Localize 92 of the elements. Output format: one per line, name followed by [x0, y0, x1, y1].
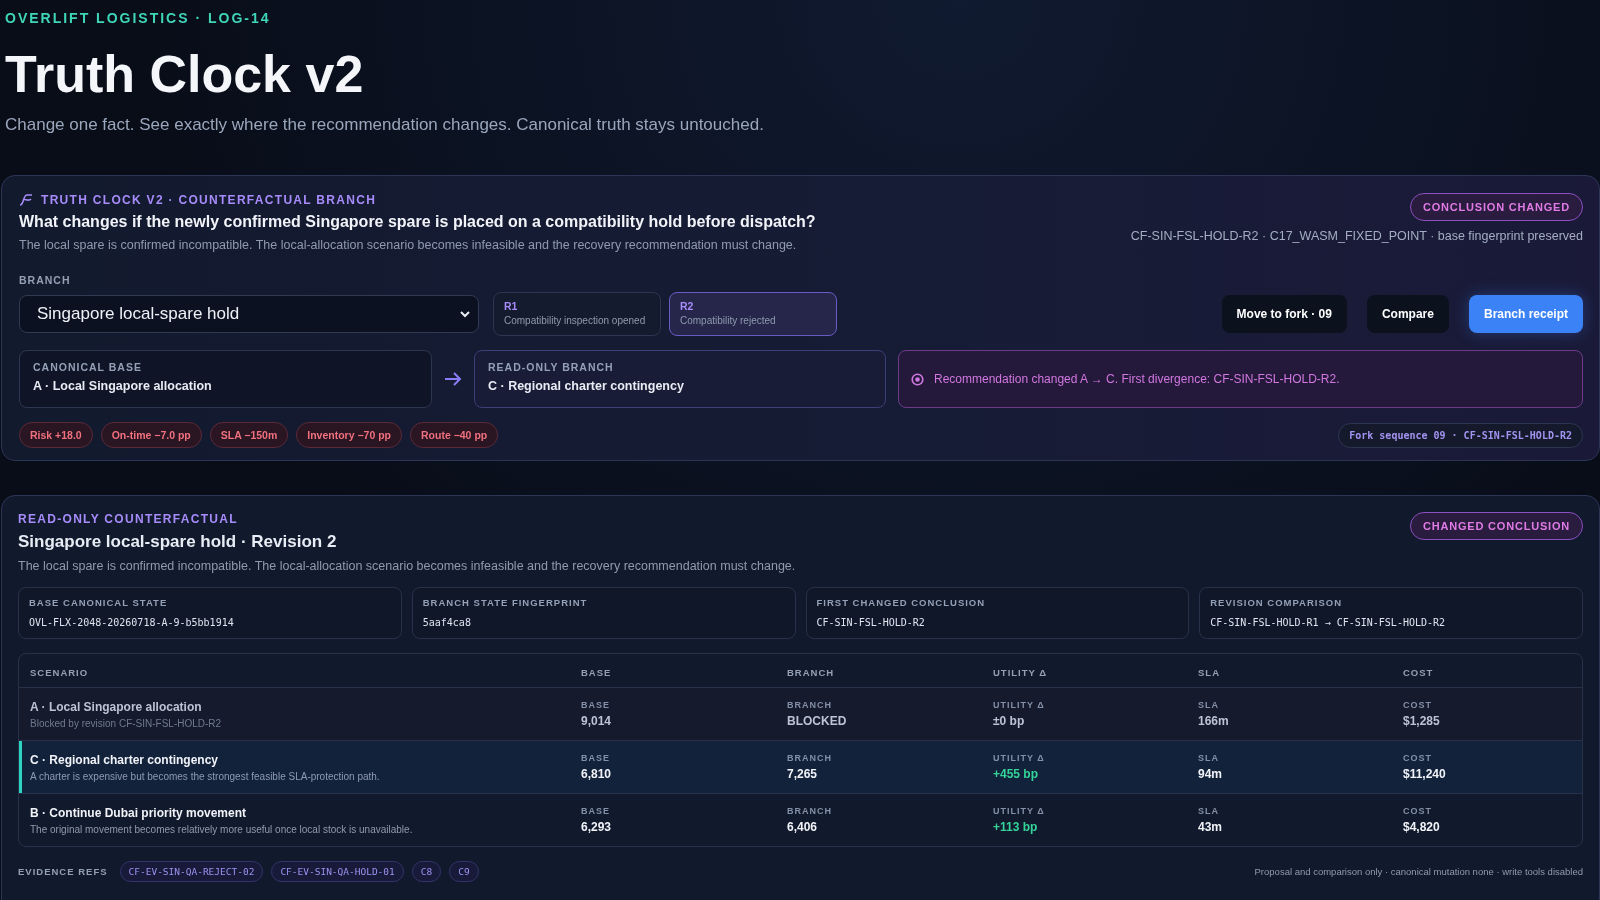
- cell-label: COST: [1403, 753, 1433, 764]
- evidence-tag[interactable]: C9: [449, 861, 479, 883]
- revision-tab[interactable]: R2 Compatibility rejected: [669, 292, 837, 337]
- delta-chip: Route −40 pp: [410, 422, 499, 449]
- cell-label: BRANCH: [787, 700, 833, 711]
- cell-label: SLA: [1198, 700, 1220, 711]
- evidence-tag[interactable]: CF-EV-SIN-QA-REJECT-02: [119, 861, 264, 883]
- scenario-note: Blocked by revision CF-SIN-FSL-HOLD-R2: [30, 717, 223, 729]
- column-header: SCENARIO: [30, 666, 89, 678]
- target-icon: [911, 372, 924, 386]
- fact-value: OVL-FLX-2048-20260718-A-9-b5bb1914: [29, 617, 235, 629]
- fact-value: 5aaf4ca8: [422, 617, 472, 629]
- panel-value: A · Local Singapore allocation: [33, 379, 213, 394]
- cell-value: 7,265: [787, 767, 819, 782]
- scenario-title: B · Continue Dubai priority movement: [30, 805, 247, 820]
- cell-label: BASE: [581, 806, 611, 817]
- cell-value: 6,406: [787, 820, 819, 835]
- scenario-row[interactable]: A · Local Singapore allocation Blocked by revision CF-SIN-FSL-HOLD-R2 BASE 9,014 BRANCH BLOCKED UTILITY Δ ±0 bp SLA 166m COST $1,285: [19, 687, 1582, 741]
- status-badge: CHANGED CONCLUSION: [1410, 512, 1583, 541]
- cell-label: COST: [1403, 700, 1433, 711]
- brand-eyebrow: OVERLIFT LOGISTICS · LOG-14: [5, 10, 272, 26]
- column-header: BASE: [581, 666, 612, 678]
- branch-select[interactable]: Singapore local-spare hold: [19, 295, 479, 334]
- fact-value: CF-SIN-FSL-HOLD-R1 → CF-SIN-FSL-HOLD-R2: [1210, 617, 1447, 629]
- card-eyebrow: TRUTH CLOCK V2 · COUNTERFACTUAL BRANCH: [41, 193, 377, 208]
- cell-value: ±0 bp: [993, 714, 1026, 729]
- scenario-row[interactable]: C · Regional charter contingency A charter is expensive but becomes the strongest feasible SLA-protection path. BASE 6,810 BRANCH 7,265 UTILITY Δ +455 bp SLA 94m COST $11,240: [19, 740, 1582, 794]
- branch-question: What changes if the newly confirmed Singapore spare is placed on a compatibility hold before dispatch?: [19, 213, 816, 232]
- action-button[interactable]: Compare: [1366, 295, 1449, 334]
- cell-value: 43m: [1198, 820, 1224, 835]
- cell-label: UTILITY Δ: [993, 753, 1046, 764]
- cell-label: BASE: [581, 700, 611, 711]
- panel-value: C · Regional charter contingency: [488, 379, 685, 394]
- fork-sequence-tag: Fork sequence 09 · CF-SIN-FSL-HOLD-R2: [1338, 422, 1583, 448]
- cell-label: UTILITY Δ: [993, 700, 1046, 711]
- revision-tab[interactable]: R1 Compatibility inspection opened: [493, 292, 661, 337]
- scenario-row[interactable]: B · Continue Dubai priority movement The original movement becomes relatively more useful once local stock is unavailable. BASE 6,293 BRANCH 6,406 UTILITY Δ +113 bp SLA 43m COST $4,820: [19, 793, 1582, 847]
- cell-label: BRANCH: [787, 753, 833, 764]
- branch-description: The local spare is confirmed incompatible. The local-allocation scenario becomes infeasible and the recovery recommendation must change.: [19, 238, 798, 253]
- delta-chip: Risk +18.0: [19, 422, 93, 449]
- delta-chip: Inventory −70 pp: [296, 422, 402, 449]
- scenario-title: C · Regional charter contingency: [30, 752, 220, 767]
- cell-value: $1,285: [1403, 714, 1441, 729]
- cell-value: BLOCKED: [787, 714, 848, 729]
- cell-value: 94m: [1198, 767, 1224, 782]
- branch-label: BRANCH: [19, 274, 72, 287]
- footnote: Proposal and comparison only · canonical mutation none · write tools disabled: [1254, 866, 1583, 878]
- cell-value: 9,014: [581, 714, 613, 729]
- result-title: Singapore local-spare hold · Revision 2: [18, 532, 338, 553]
- cell-label: BRANCH: [787, 806, 833, 817]
- fact-label: REVISION COMPARISON: [1210, 597, 1344, 609]
- action-button[interactable]: Move to fork · 09: [1221, 295, 1347, 334]
- cell-value: 6,293: [581, 820, 613, 835]
- scenario-title: A · Local Singapore allocation: [30, 699, 203, 714]
- cell-label: UTILITY Δ: [993, 806, 1046, 817]
- receipt-button[interactable]: Branch receipt: [1468, 295, 1583, 334]
- column-header: UTILITY Δ: [993, 666, 1048, 678]
- evidence-label: EVIDENCE REFS: [18, 866, 108, 878]
- evidence-tag[interactable]: C8: [411, 861, 442, 883]
- branch-meta: CF-SIN-FSL-HOLD-R2 · C17_WASM_FIXED_POINT · base fingerprint preserved: [1130, 229, 1583, 244]
- page-title: Truth Clock v2: [5, 46, 365, 104]
- chevron-icon: [460, 310, 470, 318]
- panel-label: CANONICAL BASE: [33, 361, 143, 374]
- cell-label: SLA: [1198, 753, 1220, 764]
- arrow-icon: [444, 372, 462, 387]
- cell-label: SLA: [1198, 806, 1220, 817]
- cell-value: +455 bp: [993, 767, 1040, 782]
- fact-label: BRANCH STATE FINGERPRINT: [422, 597, 589, 609]
- cell-value: 166m: [1198, 714, 1230, 729]
- delta-chip: SLA −150m: [209, 422, 289, 449]
- fact-label: BASE CANONICAL STATE: [29, 597, 169, 609]
- cell-value: 6,810: [581, 767, 613, 782]
- scenario-note: The original movement becomes relatively more useful once local stock is unavailable.: [30, 823, 414, 835]
- page-subtitle: Change one fact. See exactly where the recommendation changes. Canonical truth stays untouched.: [5, 115, 765, 136]
- cell-label: BASE: [581, 753, 611, 764]
- evidence-tag[interactable]: CF-EV-SIN-QA-HOLD-01: [271, 861, 404, 883]
- column-header: SLA: [1198, 666, 1220, 678]
- fact-label: FIRST CHANGED CONCLUSION: [816, 597, 987, 609]
- status-badge: CONCLUSION CHANGED: [1410, 193, 1583, 222]
- cell-value: $11,240: [1403, 767, 1447, 782]
- delta-chip: On-time −7.0 pp: [100, 422, 202, 449]
- result-description: The local spare is confirmed incompatible. The local-allocation scenario becomes infeasible and the recovery recommendation must change.: [18, 559, 796, 574]
- cell-value: +113 bp: [993, 820, 1039, 835]
- fact-value: CF-SIN-FSL-HOLD-R2: [816, 617, 926, 629]
- column-header: COST: [1403, 666, 1434, 678]
- scenario-note: A charter is expensive but becomes the strongest feasible SLA-protection path.: [30, 770, 381, 782]
- cell-label: COST: [1403, 806, 1433, 817]
- panel-label: READ-ONLY BRANCH: [488, 361, 615, 374]
- card-eyebrow: READ-ONLY COUNTERFACTUAL: [18, 512, 239, 527]
- cell-value: $4,820: [1403, 820, 1441, 835]
- column-header: BRANCH: [787, 666, 835, 678]
- notice-text: Recommendation changed A → C. First divergence: CF-SIN-FSL-HOLD-R2.: [934, 372, 1340, 387]
